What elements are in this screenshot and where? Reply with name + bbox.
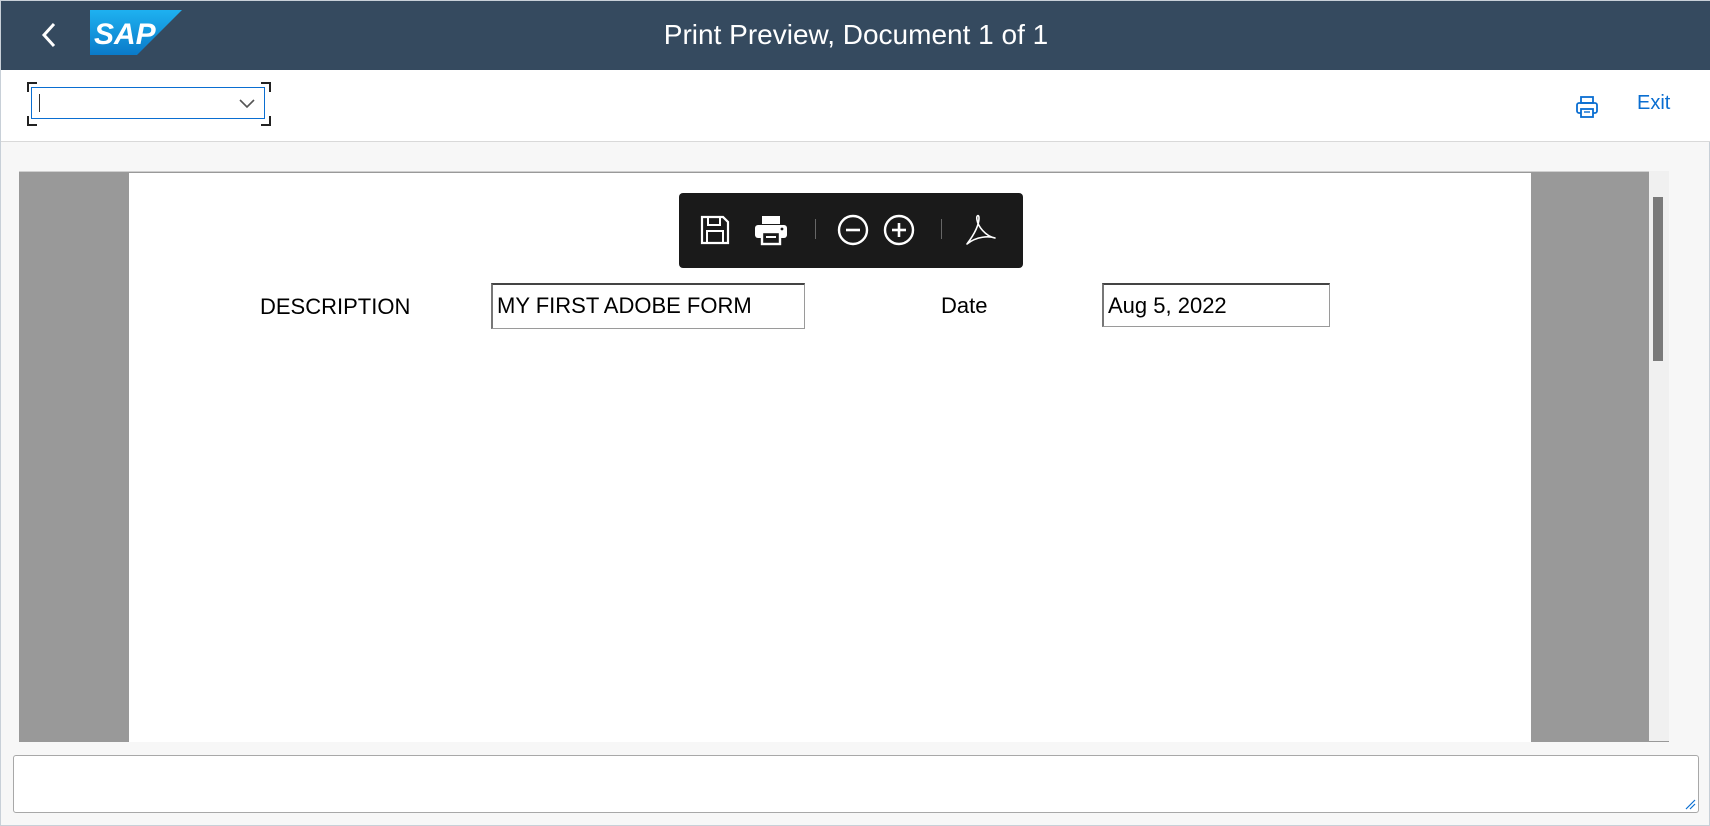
zoom-in-icon	[883, 214, 915, 246]
command-field-focus-frame	[27, 82, 271, 126]
pdf-viewer: DESCRIPTION MY FIRST ADOBE FORM Date Aug…	[19, 171, 1669, 742]
save-icon	[700, 215, 730, 245]
shell-bar: SAP Print Preview, Document 1 of 1	[1, 1, 1710, 70]
pdf-zoom-in-button[interactable]	[879, 210, 919, 250]
description-label: DESCRIPTION	[260, 294, 411, 319]
print-icon	[755, 216, 787, 246]
toolbar-separator	[815, 219, 816, 239]
pdf-page: DESCRIPTION MY FIRST ADOBE FORM Date Aug…	[129, 173, 1531, 742]
resize-grip-icon[interactable]	[1684, 798, 1696, 810]
text-cursor	[39, 94, 40, 112]
chevron-left-icon	[41, 22, 56, 48]
adobe-acrobat-icon	[966, 214, 996, 245]
back-button[interactable]	[29, 15, 69, 55]
scrollbar-thumb[interactable]	[1653, 197, 1663, 361]
zoom-out-icon	[837, 214, 869, 246]
pdf-print-button[interactable]	[751, 210, 791, 250]
pdf-open-acrobat-button[interactable]	[961, 210, 1001, 250]
pdf-floating-toolbar	[679, 193, 1023, 268]
date-label: Date	[941, 293, 988, 318]
description-field: MY FIRST ADOBE FORM	[491, 283, 805, 329]
command-field-combobox[interactable]	[31, 87, 265, 119]
pdf-save-button[interactable]	[695, 210, 735, 250]
svg-text:SAP: SAP	[94, 18, 157, 51]
sap-logo: SAP	[90, 10, 182, 55]
date-field: Aug 5, 2022	[1102, 283, 1330, 327]
chevron-down-icon[interactable]	[238, 95, 256, 111]
toolbar-separator	[941, 219, 942, 239]
app-toolbar: Exit	[1, 70, 1710, 142]
vertical-scrollbar[interactable]	[1649, 171, 1669, 741]
page-title: Print Preview, Document 1 of 1	[663, 19, 1049, 50]
printer-icon	[1576, 96, 1598, 118]
status-bar	[13, 755, 1699, 813]
exit-button[interactable]: Exit	[1637, 92, 1670, 115]
pdf-zoom-out-button[interactable]	[833, 210, 873, 250]
print-button[interactable]	[1570, 90, 1604, 124]
